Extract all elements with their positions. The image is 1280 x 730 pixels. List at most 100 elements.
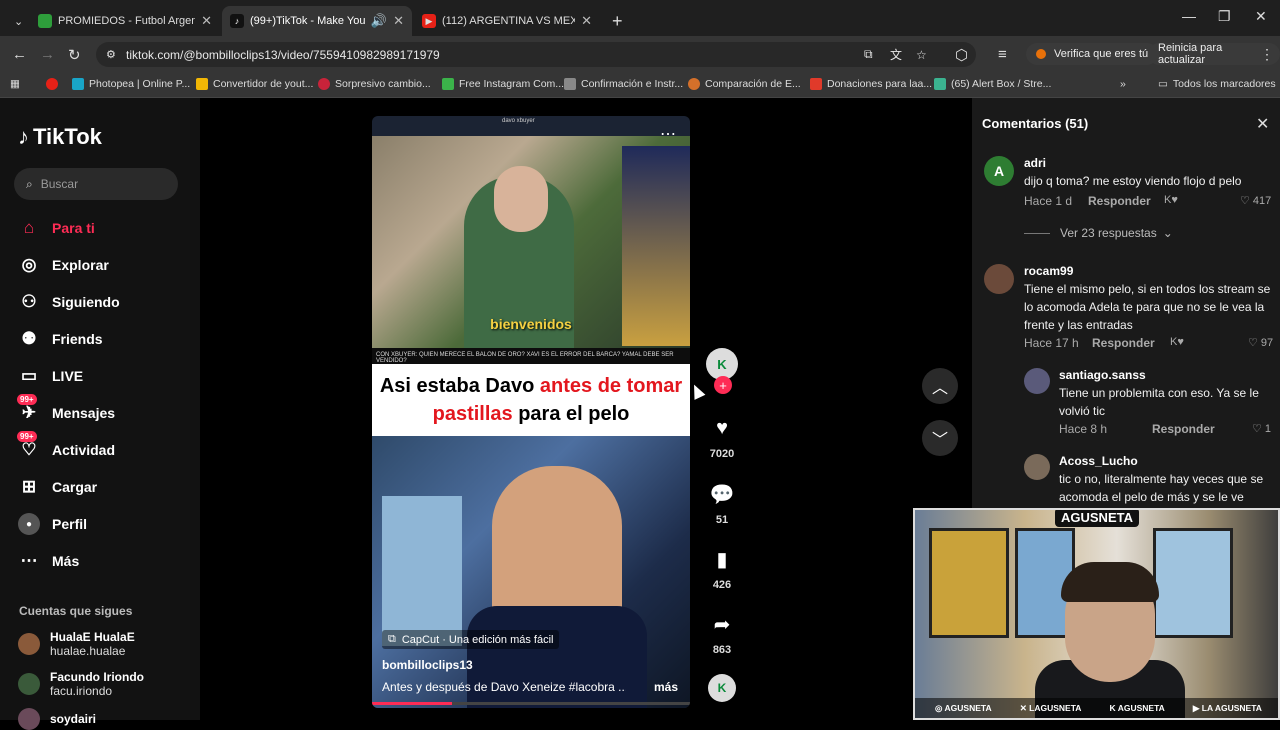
capcut-badge[interactable]: ⧉ CapCut · Una edición más fácil <box>382 630 560 649</box>
verify-pill[interactable]: Verifica que eres tú <box>1026 43 1159 65</box>
reply-button[interactable]: Responder <box>1152 422 1215 436</box>
next-video-button[interactable]: ﹀ <box>922 420 958 456</box>
avatar <box>18 673 40 695</box>
bookmark-youtube[interactable] <box>46 78 63 90</box>
previous-video-button[interactable]: ︿ <box>922 368 958 404</box>
video-options-icon[interactable]: ⋯ <box>660 124 676 144</box>
video-player[interactable]: davo xbuyer bienvenidos ⋯ CON XBUYER: QU… <box>372 116 690 708</box>
video-top-label: davo xbuyer <box>502 118 535 124</box>
close-tab-icon[interactable]: ✕ <box>581 13 592 29</box>
comment-user[interactable]: santiago.sanss <box>1059 368 1146 382</box>
reply-button[interactable]: Responder <box>1088 194 1151 208</box>
menu-kebab-icon[interactable]: ⋮ <box>1260 46 1274 63</box>
install-icon[interactable]: ⧉ <box>864 47 873 62</box>
bookmark-alertbox[interactable]: (65) Alert Box / Stre... <box>934 78 1051 90</box>
close-tab-icon[interactable]: ✕ <box>393 13 404 29</box>
comment-action[interactable]: 💬 51 <box>700 476 744 527</box>
nav-live[interactable]: ▭ LIVE <box>18 363 83 389</box>
comment-likes[interactable]: ♡ 97 <box>1248 336 1273 349</box>
tab-title: (99+)TikTok - Make Your Da <box>250 15 365 27</box>
url-field[interactable]: ⚙ tiktok.com/@bombilloclips13/video/7559… <box>96 42 976 67</box>
bookmark-instagram-comments[interactable]: Free Instagram Com... <box>442 78 564 90</box>
tiktok-favicon-icon: ♪ <box>230 14 244 28</box>
bookmark-donaciones[interactable]: Donaciones para laa... <box>810 78 932 90</box>
save-action[interactable]: ▮ 426 <box>700 541 744 592</box>
more-bookmarks-icon[interactable]: » <box>1120 78 1126 90</box>
reload-icon[interactable]: ↻ <box>68 46 81 64</box>
nav-para-ti[interactable]: ⌂ Para ti <box>18 215 95 241</box>
comment-likes[interactable]: ♡ 417 <box>1240 194 1271 207</box>
comment-likes[interactable]: ♡ 1 <box>1252 422 1271 435</box>
nav-actividad[interactable]: ♡ 99+ Actividad <box>17 431 116 463</box>
search-input[interactable]: ⌕ Buscar <box>14 168 178 200</box>
tab-tiktok[interactable]: ♪ (99+)TikTok - Make Your Da 🔊 ✕ <box>222 6 412 36</box>
like-action[interactable]: ♥ 7020 <box>700 410 744 461</box>
comment-user[interactable]: Acoss_Lucho <box>1059 454 1138 468</box>
avatar[interactable] <box>984 264 1014 294</box>
nav-explorar[interactable]: ◎ Explorar <box>18 252 109 278</box>
avatar[interactable] <box>1024 454 1050 480</box>
nav-label: Explorar <box>52 257 109 273</box>
forward-icon[interactable]: → <box>40 46 55 63</box>
following-account[interactable]: Facundo Iriondo facu.iriondo <box>18 670 144 698</box>
apps-grid-icon[interactable]: ▦ <box>10 78 20 90</box>
creator-like-icon: K♥ <box>1164 194 1178 206</box>
translate-icon[interactable]: 文 <box>890 46 902 63</box>
bookmark-confirmacion[interactable]: Confirmación e Instr... <box>564 78 683 90</box>
nav-perfil[interactable]: ● Perfil <box>18 511 87 537</box>
nav-friends[interactable]: ⚉ Friends <box>18 326 102 352</box>
comment-user[interactable]: adri <box>1024 156 1046 170</box>
bookmark-label: Donaciones para laa... <box>827 78 933 90</box>
minimize-icon[interactable]: — <box>1182 8 1196 24</box>
comment-time: Hace 1 d <box>1024 194 1073 208</box>
bookmark-comparacion[interactable]: Comparación de E... <box>688 78 801 90</box>
reply-button[interactable]: Responder <box>1092 336 1155 350</box>
media-icon[interactable]: ≡ <box>998 46 1007 63</box>
star-icon[interactable]: ☆ <box>916 48 927 62</box>
video-author[interactable]: bombilloclips13 <box>382 658 473 672</box>
restore-icon[interactable]: ❐ <box>1218 8 1231 25</box>
live-icon: ▭ <box>20 366 38 385</box>
social-label: LA AGUSNETA <box>1201 702 1262 713</box>
view-replies-button[interactable]: Ver 23 respuestas ⌄ <box>1024 226 1173 240</box>
nav-mensajes[interactable]: ✈ 99+ Mensajes <box>17 394 115 426</box>
share-action[interactable]: ➦ 863 <box>700 606 744 657</box>
follow-plus-icon[interactable]: + <box>714 376 732 394</box>
like-count: 97 <box>1260 337 1274 349</box>
new-tab-button[interactable]: + <box>604 6 628 36</box>
video-caption: bienvenidos <box>490 316 572 332</box>
nav-label: Actividad <box>52 442 116 458</box>
following-account[interactable]: HualaE HualaE hualae.hualae <box>18 630 135 658</box>
bookmark-photopea[interactable]: Photopea | Online P... <box>72 78 190 90</box>
all-bookmarks-button[interactable]: ▭ Todos los marcadores <box>1158 78 1276 90</box>
bookmarks-bar: ▦ Photopea | Online P... Convertidor de … <box>0 72 1280 98</box>
site-info-icon[interactable]: ⚙ <box>106 48 116 61</box>
sound-disc[interactable]: K <box>700 674 744 702</box>
speaker-icon[interactable]: 🔊 <box>371 13 387 29</box>
avatar <box>18 633 40 655</box>
profile-icon: ● <box>18 513 40 535</box>
close-icon[interactable]: ✕ <box>1256 114 1269 134</box>
sidebar: ♪ TikTok ⌕ Buscar ⌂ Para ti ◎ Explorar ⚇ Sig… <box>0 98 200 730</box>
nav-siguiendo[interactable]: ⚇ Siguiendo <box>18 289 119 315</box>
video-progress-bar[interactable] <box>372 702 690 705</box>
comment-text: Tiene el mismo pelo, si en todos los str… <box>1024 282 1271 332</box>
tab-youtube[interactable]: ▶ (112) ARGENTINA VS MEXICO ✕ <box>414 6 600 36</box>
avatar[interactable]: A <box>984 156 1014 186</box>
comment-user[interactable]: rocam99 <box>1024 264 1073 278</box>
tiktok-logo[interactable]: ♪ TikTok <box>18 124 102 150</box>
bookmark-convertidor[interactable]: Convertidor de yout... <box>196 78 313 90</box>
more-link[interactable]: más <box>654 680 678 694</box>
nav-mas[interactable]: ⋯ Más <box>18 548 80 574</box>
extensions-icon[interactable]: ⬡ <box>955 46 968 64</box>
nav-cargar[interactable]: ⊞ Cargar <box>18 474 97 500</box>
following-account[interactable]: soydairi <box>18 708 96 730</box>
close-window-icon[interactable]: ✕ <box>1255 8 1267 25</box>
x-handle: ✕ LAGUSNETA <box>1019 702 1082 713</box>
tab-promiedos[interactable]: PROMIEDOS - Futbol Argentino ✕ <box>30 6 220 36</box>
close-tab-icon[interactable]: ✕ <box>201 13 212 29</box>
back-icon[interactable]: ← <box>12 46 27 63</box>
bookmark-sorpresivo[interactable]: Sorpresivo cambio... <box>318 78 431 90</box>
video-headline: Asi estaba Davo antes de tomar pastillas… <box>372 364 690 436</box>
avatar[interactable] <box>1024 368 1050 394</box>
